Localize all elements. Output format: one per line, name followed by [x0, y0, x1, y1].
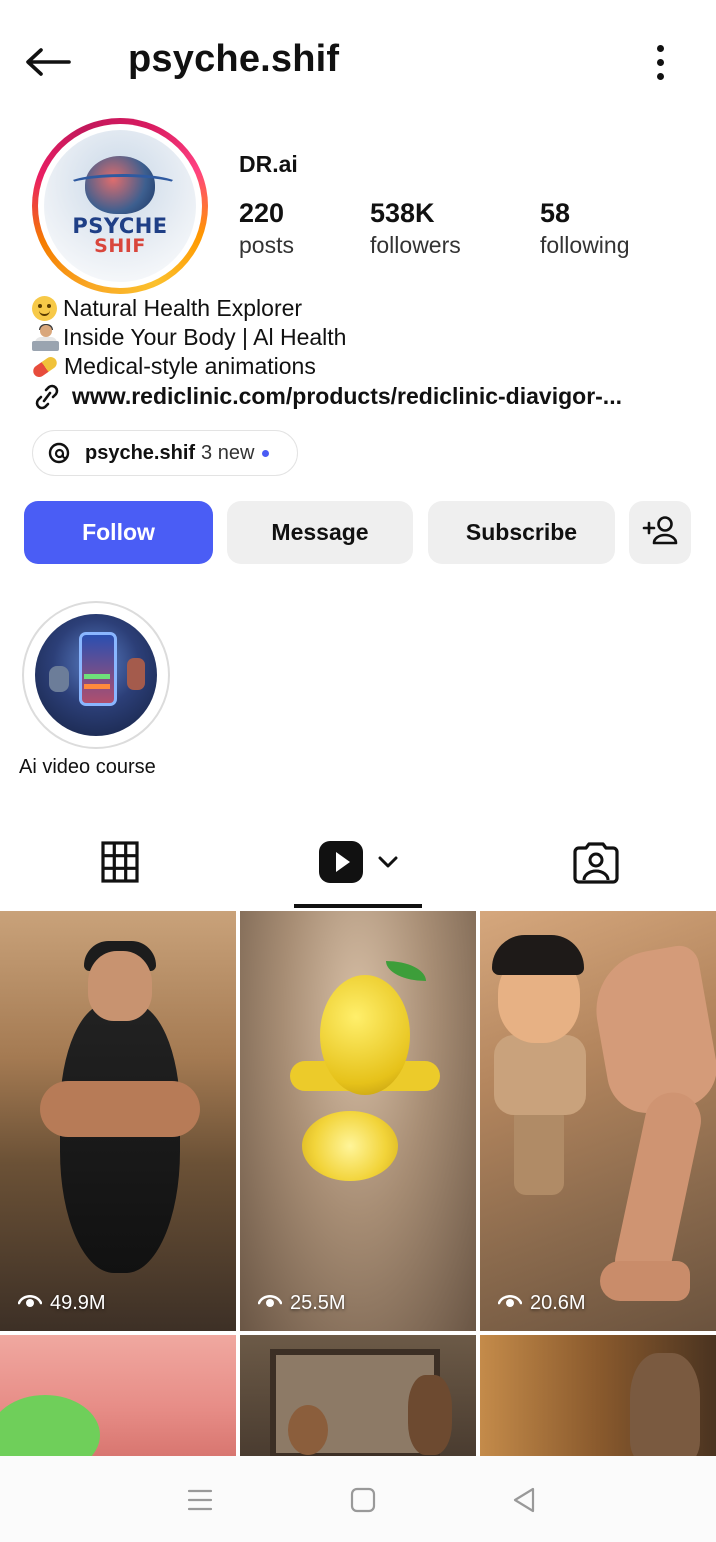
reel-thumbnail-image: [40, 941, 200, 1311]
profile-bio: Natural Health Explorer Inside Your Body…: [30, 294, 622, 411]
threads-badge[interactable]: psyche.shif 3 new: [32, 430, 298, 476]
technologist-emoji-icon: [32, 323, 59, 351]
recent-apps-icon[interactable]: [178, 1478, 222, 1522]
avatar-image: PSYCHE SHIF: [44, 130, 196, 282]
posts-stat[interactable]: 220 posts: [239, 196, 294, 260]
view-count-text: 20.6M: [530, 1291, 586, 1314]
reel-view-count: 49.9M: [17, 1291, 106, 1315]
chevron-down-icon: [378, 855, 398, 874]
avatar[interactable]: PSYCHE SHIF: [32, 118, 208, 294]
followers-stat[interactable]: 538K followers: [370, 196, 461, 260]
tagged-icon: [573, 840, 619, 889]
reel-tile[interactable]: 49.9M: [0, 911, 236, 1331]
subscribe-button[interactable]: Subscribe: [428, 501, 615, 564]
back-arrow-icon[interactable]: [22, 40, 74, 84]
follow-button[interactable]: Follow: [24, 501, 213, 564]
suggest-users-button[interactable]: [629, 501, 691, 564]
posts-label: posts: [239, 232, 294, 258]
profile-header: psyche.shif: [0, 0, 716, 120]
add-user-icon: [642, 515, 678, 551]
bio-link-text[interactable]: www.rediclinic.com/products/rediclinic-d…: [72, 382, 622, 411]
avatar-logo-text-line2: SHIF: [94, 235, 146, 257]
new-indicator-dot: [262, 449, 270, 457]
tab-tagged[interactable]: [538, 820, 654, 908]
reels-grid: 49.9M 25.5M 20.6M: [0, 911, 716, 1456]
view-count-text: 25.5M: [290, 1291, 346, 1314]
bio-link[interactable]: www.rediclinic.com/products/rediclinic-d…: [32, 382, 622, 411]
reel-thumbnail-image: [484, 935, 594, 1195]
tab-posts-grid[interactable]: [62, 820, 178, 908]
display-name: DR.ai: [239, 151, 298, 177]
story-highlight[interactable]: [22, 601, 170, 749]
bio-text: Medical-style animations: [64, 353, 316, 379]
reel-tile[interactable]: [240, 1335, 476, 1456]
eye-icon: [17, 1291, 43, 1315]
reels-icon: [318, 840, 364, 889]
following-label: following: [540, 232, 630, 258]
threads-new-count: 3 new: [201, 441, 255, 464]
back-triangle-icon[interactable]: [502, 1478, 546, 1522]
bio-text: Natural Health Explorer: [63, 295, 303, 321]
view-count-text: 49.9M: [50, 1291, 106, 1314]
bio-line: Natural Health Explorer: [32, 294, 622, 323]
more-options-icon[interactable]: [650, 40, 670, 84]
bio-line: Inside Your Body | Al Health: [32, 323, 622, 352]
profile-tabs: [0, 820, 716, 908]
reel-tile[interactable]: 25.5M: [240, 911, 476, 1331]
bio-line: Medical-style animations: [30, 352, 622, 381]
pill-emoji-icon: [30, 354, 60, 379]
smiley-emoji-icon: [32, 296, 57, 321]
link-icon: [32, 384, 62, 410]
grid-icon: [101, 840, 139, 888]
reel-tile[interactable]: 20.6M: [480, 911, 716, 1331]
reel-tile[interactable]: [0, 1335, 236, 1456]
bio-text: Inside Your Body | Al Health: [63, 324, 347, 350]
profile-username: psyche.shif: [128, 38, 340, 80]
reel-thumbnail-image: [290, 961, 440, 1211]
brain-logo-icon: [67, 156, 179, 214]
threads-icon: [47, 441, 71, 465]
reel-view-count: 20.6M: [497, 1291, 586, 1315]
posts-count: 220: [239, 198, 285, 228]
reel-thumbnail-image: [0, 1395, 100, 1456]
reel-view-count: 25.5M: [257, 1291, 346, 1315]
avatar-logo-text-line1: PSYCHE: [72, 214, 168, 238]
eye-icon: [497, 1291, 523, 1315]
threads-handle: psyche.shif: [85, 441, 196, 464]
eye-icon: [257, 1291, 283, 1315]
highlight-cover-image: [35, 614, 157, 736]
reel-thumbnail-image: [630, 1353, 700, 1456]
system-navigation-bar: [0, 1456, 716, 1542]
following-stat[interactable]: 58 following: [540, 196, 630, 260]
active-tab-indicator: [294, 904, 422, 908]
tab-reels[interactable]: [294, 820, 422, 908]
reel-thumbnail-image: [586, 942, 716, 1311]
followers-label: followers: [370, 232, 461, 258]
reel-tile[interactable]: [480, 1335, 716, 1456]
home-icon[interactable]: [341, 1478, 385, 1522]
following-count: 58: [540, 198, 571, 228]
highlight-label: Ai video course: [19, 756, 156, 778]
followers-count: 538K: [370, 198, 435, 228]
message-button[interactable]: Message: [227, 501, 413, 564]
